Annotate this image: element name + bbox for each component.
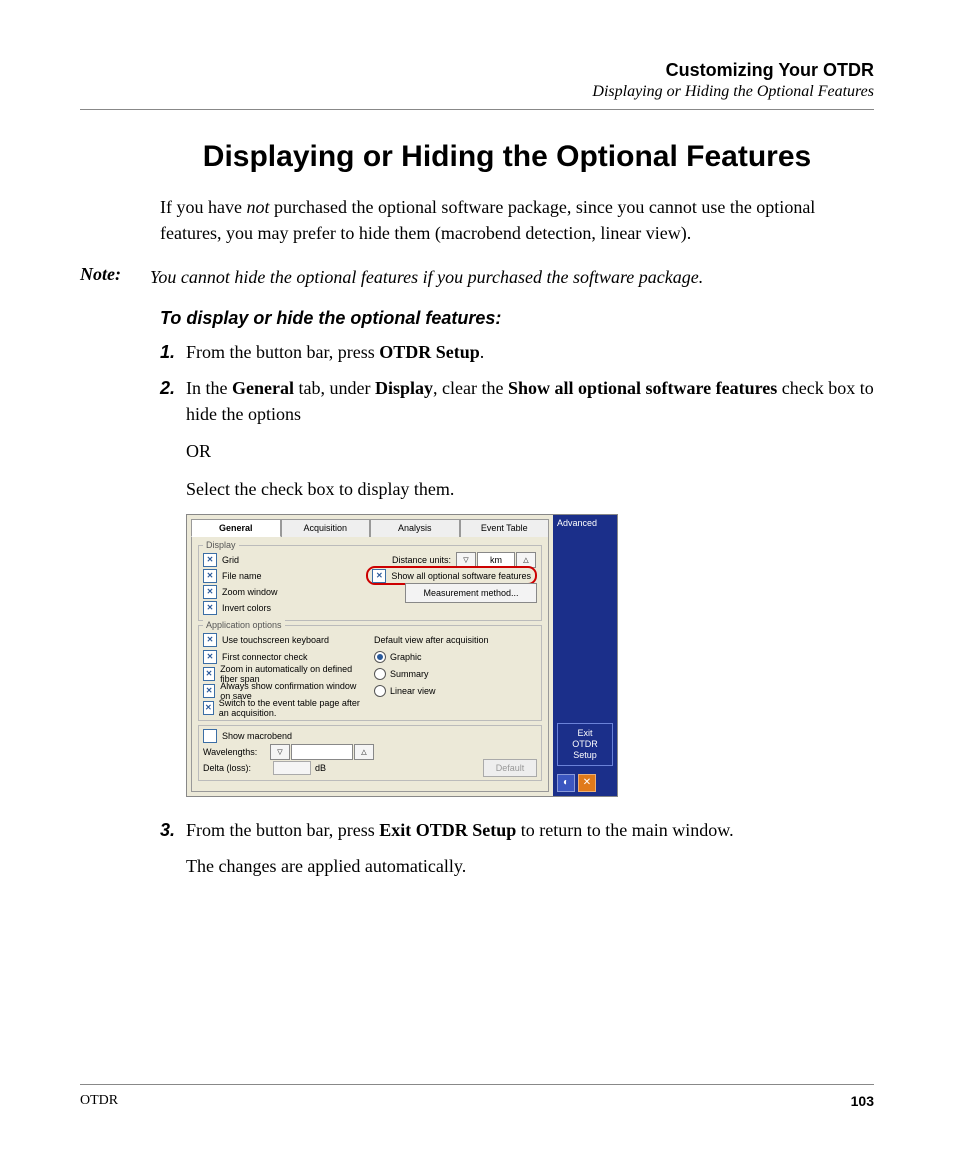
checkbox-always-confirm[interactable] <box>203 684 215 698</box>
checkbox-zoom-auto[interactable] <box>203 667 215 681</box>
checkbox-grid[interactable] <box>203 553 217 567</box>
wavelength-down-button[interactable]: ▽ <box>270 744 290 760</box>
label-show-all-optional: Show all optional software features <box>391 571 531 581</box>
step2-select-line: Select the check box to display them. <box>186 476 874 502</box>
checkbox-show-macrobend[interactable] <box>203 729 217 743</box>
step2-or: OR <box>186 438 874 464</box>
group-application-options: Application options Use touchscreen keyb… <box>198 625 542 721</box>
radio-linear-view[interactable] <box>374 685 386 697</box>
label-wavelengths: Wavelengths: <box>203 747 269 757</box>
step2-text1: In the <box>186 378 232 398</box>
page-footer: OTDR 103 <box>80 1084 874 1109</box>
label-zoom-window: Zoom window <box>222 587 278 597</box>
step-number: 3. <box>160 817 186 843</box>
label-invert-colors: Invert colors <box>222 603 271 613</box>
group-display-title: Display <box>203 540 239 550</box>
label-file-name: File name <box>222 571 262 581</box>
wavelength-up-button[interactable]: △ <box>354 744 374 760</box>
settings-screenshot: General Acquisition Analysis Event Table… <box>186 514 618 797</box>
step-list-continued: 3. From the button bar, press Exit OTDR … <box>160 817 874 843</box>
footer-left: OTDR <box>80 1093 118 1109</box>
label-default-view: Default view after acquisition <box>374 635 489 645</box>
footer-page-number: 103 <box>851 1093 874 1109</box>
exit-line1: Exit <box>560 728 610 739</box>
tab-acquisition[interactable]: Acquisition <box>281 519 371 537</box>
label-linear-view: Linear view <box>390 686 436 696</box>
step2-text3: , clear the <box>433 378 508 398</box>
main-heading: Displaying or Hiding the Optional Featur… <box>140 140 874 174</box>
step2-bold1: General <box>232 378 294 398</box>
exit-otdr-setup-button[interactable]: Exit OTDR Setup <box>557 723 613 765</box>
step-list: 1. From the button bar, press OTDR Setup… <box>160 339 874 427</box>
procedure-heading: To display or hide the optional features… <box>160 308 874 329</box>
step3-text1: From the button bar, press <box>186 820 379 840</box>
step-2: 2. In the General tab, under Display, cl… <box>160 375 874 427</box>
label-first-connector: First connector check <box>222 652 308 662</box>
delta-loss-input[interactable] <box>273 761 311 775</box>
note-label: Note: <box>80 264 150 290</box>
label-grid: Grid <box>222 555 239 565</box>
label-use-touchscreen: Use touchscreen keyboard <box>222 635 329 645</box>
radio-graphic[interactable] <box>374 651 386 663</box>
checkbox-zoom-window[interactable] <box>203 585 217 599</box>
intro-text-1: If you have <box>160 197 246 217</box>
checkbox-use-touchscreen[interactable] <box>203 633 217 647</box>
wavelength-value <box>291 744 353 760</box>
section-title: Displaying or Hiding the Optional Featur… <box>80 83 874 101</box>
label-summary: Summary <box>390 669 429 679</box>
note-body: You cannot hide the optional features if… <box>150 264 703 290</box>
label-delta-loss: Delta (loss): <box>203 763 269 773</box>
note-block: Note: You cannot hide the optional featu… <box>80 264 874 290</box>
chapter-title: Customizing Your OTDR <box>80 60 874 81</box>
step-3: 3. From the button bar, press Exit OTDR … <box>160 817 874 843</box>
header-rule <box>80 109 874 110</box>
side-advanced-label[interactable]: Advanced <box>553 515 617 531</box>
settings-main-panel: General Acquisition Analysis Event Table… <box>187 515 553 796</box>
checkbox-show-all-optional[interactable] <box>372 569 386 583</box>
measurement-method-button[interactable]: Measurement method... <box>405 583 537 603</box>
side-panel: Advanced Exit OTDR Setup ◐ ✕ <box>553 515 617 796</box>
checkbox-first-connector[interactable] <box>203 650 217 664</box>
step1-text1: From the button bar, press <box>186 342 379 362</box>
step-1: 1. From the button bar, press OTDR Setup… <box>160 339 874 365</box>
label-switch-event-table: Switch to the event table page after an … <box>219 698 366 718</box>
close-icon[interactable]: ✕ <box>578 774 596 792</box>
group-macrobend: Show macrobend Wavelengths: ▽ △ Delta (l… <box>198 725 542 781</box>
help-icon[interactable]: ◐ <box>557 774 575 792</box>
label-graphic: Graphic <box>390 652 422 662</box>
step-number: 1. <box>160 339 186 365</box>
tab-analysis[interactable]: Analysis <box>370 519 460 537</box>
radio-summary[interactable] <box>374 668 386 680</box>
default-button[interactable]: Default <box>483 759 537 777</box>
label-db: dB <box>315 763 326 773</box>
step-number: 2. <box>160 375 186 427</box>
checkbox-file-name[interactable] <box>203 569 217 583</box>
group-display: Display Grid Distance units: ▽ km △ <box>198 545 542 621</box>
checkbox-invert-colors[interactable] <box>203 601 217 615</box>
step1-text2: . <box>480 342 485 362</box>
exit-line2: OTDR Setup <box>560 739 610 761</box>
step2-text2: tab, under <box>294 378 375 398</box>
step3-text2: to return to the main window. <box>516 820 733 840</box>
label-distance-units: Distance units: <box>392 555 451 565</box>
step2-bold2: Display <box>375 378 433 398</box>
intro-paragraph: If you have not purchased the optional s… <box>160 194 874 246</box>
label-show-macrobend: Show macrobend <box>222 731 292 741</box>
page-header: Customizing Your OTDR Displaying or Hidi… <box>80 60 874 101</box>
step3-bold1: Exit OTDR Setup <box>379 820 516 840</box>
step3-applied: The changes are applied automatically. <box>186 853 874 879</box>
step2-bold3: Show all optional software features <box>508 378 777 398</box>
step1-bold1: OTDR Setup <box>379 342 480 362</box>
tab-event-table[interactable]: Event Table <box>460 519 550 537</box>
intro-not: not <box>246 197 269 217</box>
tab-body: Display Grid Distance units: ▽ km △ <box>191 536 549 792</box>
group-app-options-title: Application options <box>203 620 285 630</box>
checkbox-switch-event-table[interactable] <box>203 701 214 715</box>
tab-bar: General Acquisition Analysis Event Table <box>191 519 549 537</box>
tab-general[interactable]: General <box>191 519 281 537</box>
